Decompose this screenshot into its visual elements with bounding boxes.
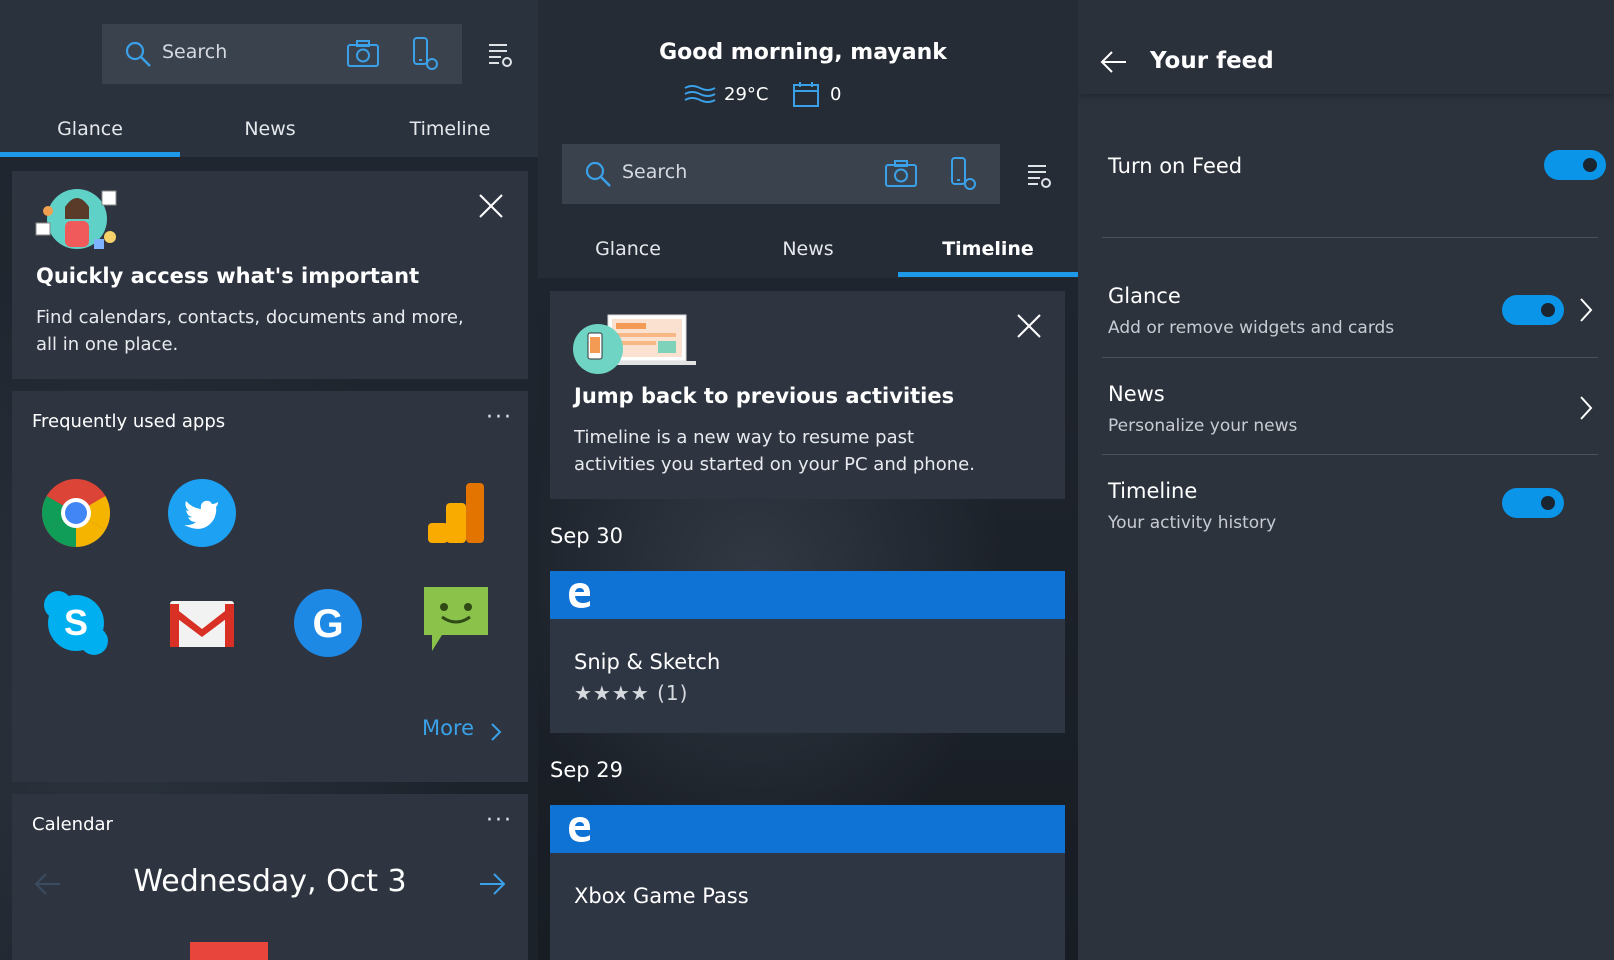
search-bar[interactable]: Search: [102, 24, 462, 84]
phone-mic-icon[interactable]: [410, 36, 440, 72]
google-analytics-icon[interactable]: [420, 477, 492, 549]
activity-rating: ★★★★ (1): [574, 681, 689, 705]
search-icon: [585, 161, 611, 187]
middle-panel: Good morning, mayank 29°C 0 Search Glanc…: [538, 0, 1078, 960]
tab-glance[interactable]: Glance: [0, 118, 180, 140]
tab-news[interactable]: News: [180, 118, 360, 140]
greeting: Good morning, mayank: [659, 40, 947, 65]
google-icon[interactable]: G: [292, 587, 364, 659]
more-link[interactable]: More: [422, 716, 474, 740]
feed-toggle[interactable]: [1544, 150, 1606, 180]
calendar-count: 0: [830, 84, 842, 105]
search-input[interactable]: Search: [622, 161, 687, 183]
row-title: Glance: [1108, 284, 1181, 308]
timeline-date: Sep 29: [550, 758, 623, 782]
back-arrow-icon[interactable]: [1100, 50, 1128, 74]
settings-list-icon[interactable]: [487, 41, 513, 69]
timeline-date: Sep 30: [550, 524, 623, 548]
svg-text:S: S: [64, 602, 88, 643]
timeline-toggle[interactable]: [1502, 488, 1564, 518]
timeline-intro-title: Jump back to previous activities: [574, 384, 955, 408]
messages-icon[interactable]: [420, 583, 492, 655]
chevron-right-icon[interactable]: [1578, 296, 1594, 324]
intro-card: Quickly access what's important Find cal…: [12, 171, 528, 379]
toggle-knob: [1541, 303, 1555, 317]
tab-glance[interactable]: Glance: [538, 238, 718, 260]
calendar-title: Calendar: [32, 814, 113, 835]
tab-timeline[interactable]: Timeline: [360, 118, 538, 140]
search-input[interactable]: Search: [162, 41, 227, 63]
row-title: Timeline: [1108, 479, 1198, 503]
twitter-icon[interactable]: [166, 477, 238, 549]
page-title: Your feed: [1150, 48, 1274, 74]
frequent-apps-title: Frequently used apps: [32, 411, 226, 432]
timeline-intro-card: Jump back to previous activities Timelin…: [550, 291, 1065, 499]
close-icon[interactable]: [478, 193, 504, 219]
tab-news[interactable]: News: [718, 238, 898, 260]
svg-text:G: G: [312, 602, 343, 646]
skype-icon[interactable]: S: [40, 587, 112, 659]
intro-card-title: Quickly access what's important: [36, 264, 420, 288]
camera-icon[interactable]: [884, 159, 918, 189]
settings-list-icon[interactable]: [1026, 162, 1052, 190]
feed-header: Your feed: [1078, 0, 1614, 94]
timeline-activity-card[interactable]: Xbox Game Pass: [550, 805, 1065, 960]
calendar-icon: [793, 82, 819, 107]
camera-icon[interactable]: [346, 39, 380, 69]
timeline-intro-body: Timeline is a new way to resume past act…: [574, 427, 975, 475]
toggle-knob: [1541, 496, 1555, 510]
close-icon[interactable]: [1016, 313, 1042, 339]
calendar-event-marker: [190, 942, 268, 960]
tab-underline: [898, 272, 1078, 277]
chevron-right-icon: [491, 723, 502, 741]
settings-row-news[interactable]: News Personalize your news: [1078, 358, 1614, 454]
chrome-icon[interactable]: [40, 477, 112, 549]
right-panel: Your feed Turn on Feed Glance Add or rem…: [1078, 0, 1614, 960]
edge-icon: [569, 817, 590, 842]
row-title: News: [1108, 382, 1165, 406]
intro-card-body: Find calendars, contacts, documents and …: [36, 307, 464, 355]
row-subtitle: Your activity history: [1108, 513, 1277, 533]
edge-icon: [569, 583, 590, 608]
activity-title: Xbox Game Pass: [574, 884, 749, 908]
activity-app-bar: [550, 571, 1065, 619]
glance-toggle[interactable]: [1502, 295, 1564, 325]
calendar-card: Calendar ··· Wednesday, Oct 3: [12, 794, 528, 960]
person-illustration: [35, 189, 117, 249]
wind-icon: [684, 85, 716, 103]
feed-toggle-label: Turn on Feed: [1108, 154, 1243, 178]
settings-row-timeline[interactable]: Timeline Your activity history: [1078, 455, 1614, 555]
left-panel: Search Glance News Timeline Quickly acce…: [0, 0, 538, 960]
settings-row-glance[interactable]: Glance Add or remove widgets and cards: [1078, 238, 1614, 357]
more-options-icon[interactable]: ···: [486, 810, 513, 832]
search-bar[interactable]: Search: [562, 144, 1000, 204]
phone-mic-icon[interactable]: [948, 156, 978, 192]
toggle-knob: [1583, 158, 1597, 172]
timeline-activity-card[interactable]: Snip & Sketch ★★★★ (1): [550, 571, 1065, 733]
arrow-right-icon[interactable]: [478, 872, 506, 896]
more-options-icon[interactable]: ···: [486, 407, 513, 429]
chevron-right-icon[interactable]: [1578, 394, 1594, 422]
row-subtitle: Add or remove widgets and cards: [1108, 318, 1395, 338]
frequent-apps-card: Frequently used apps ··· S G More: [12, 391, 528, 782]
row-subtitle: Personalize your news: [1108, 416, 1298, 436]
search-icon: [125, 41, 151, 67]
tab-timeline[interactable]: Timeline: [898, 238, 1078, 260]
calendar-date: Wednesday, Oct 3: [133, 864, 407, 899]
tab-underline: [0, 152, 180, 157]
activity-title: Snip & Sketch: [574, 650, 721, 674]
devices-illustration: [573, 314, 696, 374]
activity-app-bar: [550, 805, 1065, 853]
temperature: 29°C: [724, 84, 769, 105]
gmail-icon[interactable]: [166, 587, 238, 659]
